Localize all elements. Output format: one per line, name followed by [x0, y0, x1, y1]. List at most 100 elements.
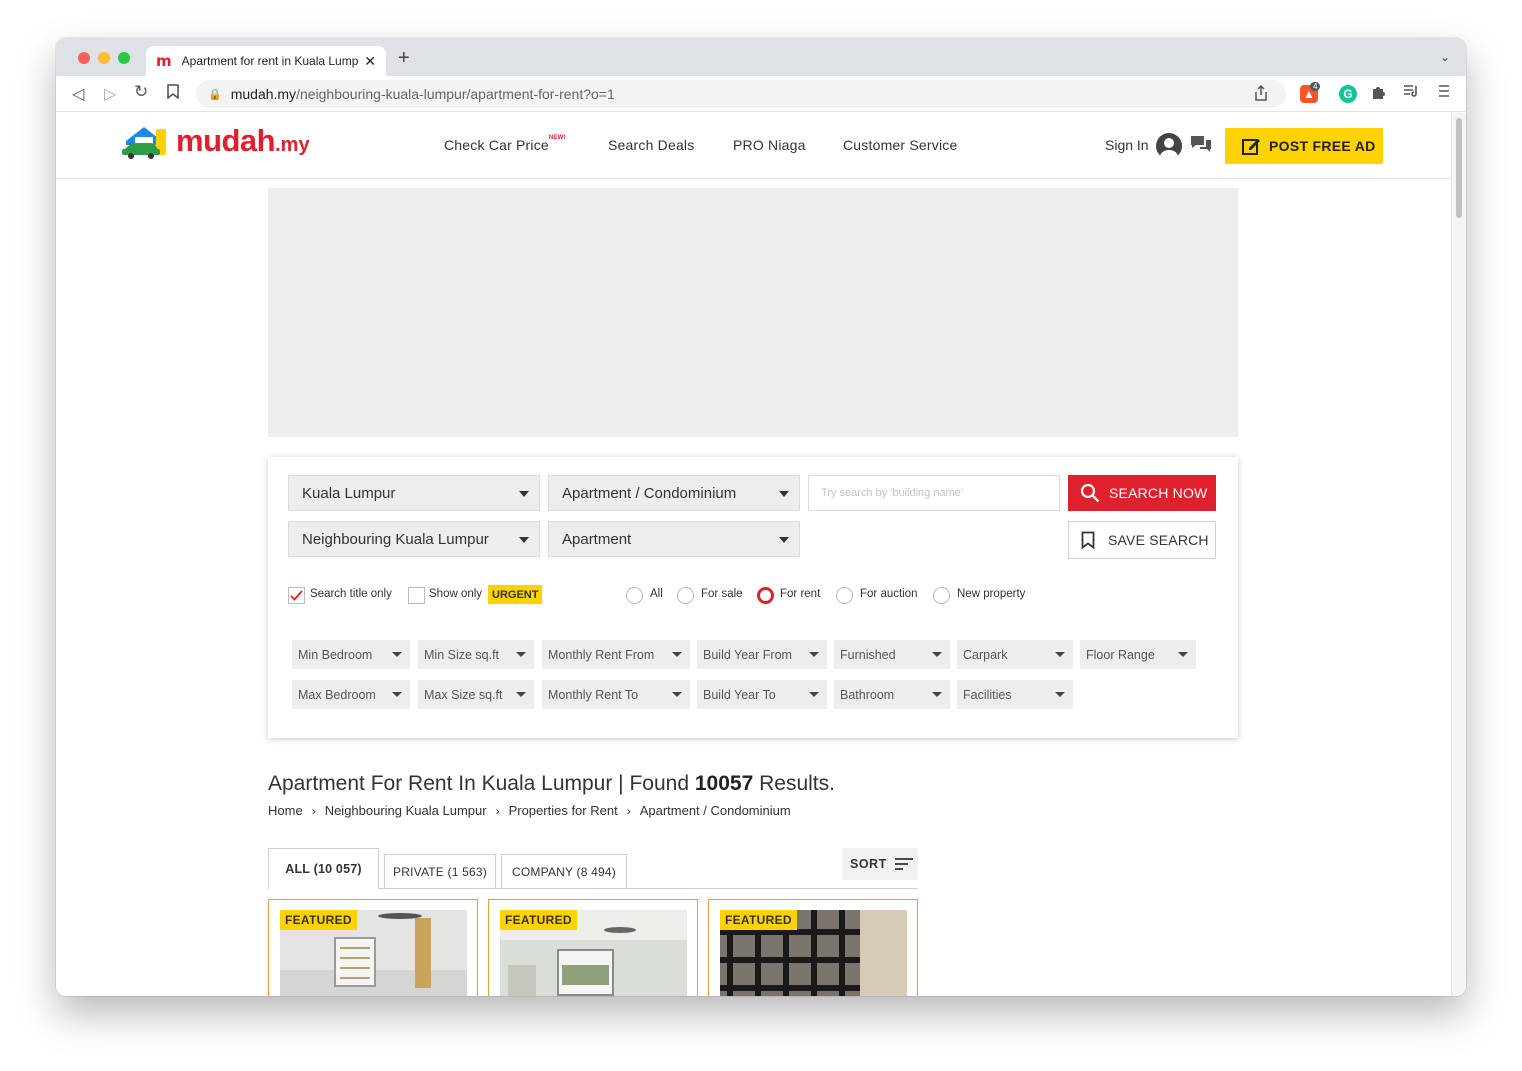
- max-size-select[interactable]: Max Size sq.ft: [418, 680, 534, 709]
- url-path: /neighbouring-kuala-lumpur/apartment-for…: [296, 86, 615, 102]
- max-bedroom-select[interactable]: Max Bedroom: [292, 680, 410, 709]
- listing-card[interactable]: FEATURED: [488, 899, 698, 996]
- extension-badge: 4: [1310, 82, 1321, 91]
- search-now-label: SEARCH NOW: [1109, 485, 1208, 501]
- breadcrumb-properties[interactable]: Properties for Rent: [509, 803, 618, 818]
- new-badge: NEW!: [548, 135, 566, 141]
- bookmark-icon[interactable]: [167, 84, 179, 104]
- furnished-select[interactable]: Furnished: [834, 640, 950, 669]
- bathroom-select[interactable]: Bathroom: [834, 680, 950, 709]
- type-label-for-rent: For rent: [780, 588, 821, 600]
- reload-icon[interactable]: ↻: [134, 82, 148, 102]
- area-select[interactable]: Neighbouring Kuala Lumpur: [288, 521, 540, 557]
- filter-label: Min Bedroom: [298, 647, 373, 662]
- listing-card[interactable]: FEATURED: [708, 899, 918, 996]
- type-radio-all[interactable]: [626, 587, 643, 604]
- site-header: mudah .my Check Car PriceNEW! Search Deal…: [56, 113, 1451, 179]
- type-radio-for-rent[interactable]: [757, 587, 774, 604]
- grammarly-icon[interactable]: G: [1339, 85, 1357, 103]
- new-tab-icon[interactable]: +: [398, 47, 410, 70]
- min-size-select[interactable]: Min Size sq.ft: [418, 640, 534, 669]
- nav-pro-niaga[interactable]: PRO Niaga: [733, 137, 806, 153]
- minimize-window-button[interactable]: [98, 52, 110, 64]
- category-select[interactable]: Apartment / Condominium: [548, 475, 800, 511]
- monthly-rent-to-select[interactable]: Monthly Rent To: [542, 680, 690, 709]
- sort-button[interactable]: SORT: [842, 848, 918, 880]
- monthly-rent-from-select[interactable]: Monthly Rent From: [542, 640, 690, 669]
- post-free-ad-button[interactable]: POST FREE AD: [1225, 128, 1383, 164]
- facilities-select[interactable]: Facilities: [957, 680, 1073, 709]
- extensions-puzzle-icon[interactable]: [1371, 84, 1387, 105]
- search-now-button[interactable]: SEARCH NOW: [1068, 475, 1216, 511]
- dropdown-caret-icon: [392, 692, 402, 697]
- tab-all[interactable]: ALL (10 057): [268, 848, 379, 890]
- min-bedroom-select[interactable]: Min Bedroom: [292, 640, 410, 669]
- dropdown-caret-icon: [519, 491, 529, 497]
- nav-check-car-price[interactable]: Check Car PriceNEW!: [444, 135, 566, 153]
- browser-menu-icon[interactable]: [1438, 84, 1450, 103]
- save-search-button[interactable]: SAVE SEARCH: [1068, 521, 1216, 559]
- back-icon[interactable]: ◁: [72, 84, 84, 104]
- close-tab-icon[interactable]: ✕: [364, 53, 376, 70]
- browser-tab[interactable]: m Apartment for rent in Kuala Lumpur ✕: [146, 46, 386, 76]
- logo-house-car-icon: [122, 127, 166, 159]
- share-icon[interactable]: [1254, 84, 1268, 106]
- mudah-logo[interactable]: mudah .my: [122, 123, 310, 159]
- keyword-search-input[interactable]: Try search by 'building name': [808, 475, 1060, 511]
- chat-icon[interactable]: [1190, 133, 1212, 160]
- type-radio-for-sale[interactable]: [677, 587, 694, 604]
- sign-in-link[interactable]: Sign In: [1105, 137, 1149, 153]
- breadcrumb-category[interactable]: Apartment / Condominium: [640, 803, 791, 818]
- forward-icon[interactable]: ▷: [104, 84, 116, 104]
- address-bar[interactable]: 🔒 mudah.my/neighbouring-kuala-lumpur/apa…: [196, 80, 1286, 108]
- page-content: mudah .my Check Car PriceNEW! Search Deal…: [56, 113, 1451, 996]
- reading-list-icon[interactable]: [1403, 84, 1419, 103]
- url-host: mudah.my: [230, 86, 297, 102]
- nav-search-deals[interactable]: Search Deals: [608, 137, 694, 153]
- tab-company[interactable]: COMPANY (8 494): [501, 854, 627, 889]
- show-only-urgent-checkbox[interactable]: [408, 587, 425, 604]
- scrollbar-thumb[interactable]: [1456, 118, 1462, 218]
- carpark-select[interactable]: Carpark: [957, 640, 1073, 669]
- category-value: Apartment / Condominium: [562, 484, 737, 502]
- subcategory-select[interactable]: Apartment: [548, 521, 800, 557]
- browser-toolbar: ◁ ▷ ↻ 🔒 mudah.my/neighbouring-kuala-lump…: [56, 76, 1466, 112]
- dropdown-caret-icon: [516, 652, 526, 657]
- tab-title: Apartment for rent in Kuala Lumpur: [181, 54, 359, 68]
- dropdown-caret-icon: [1055, 652, 1065, 657]
- breadcrumb-area[interactable]: Neighbouring Kuala Lumpur: [325, 803, 487, 818]
- close-window-button[interactable]: [78, 52, 90, 64]
- type-radio-new-property[interactable]: [933, 587, 950, 604]
- build-year-to-select[interactable]: Build Year To: [697, 680, 827, 709]
- filter-label: Max Size sq.ft: [424, 687, 503, 702]
- dropdown-caret-icon: [672, 692, 682, 697]
- filter-label: Build Year From: [703, 647, 792, 662]
- dropdown-caret-icon: [809, 652, 819, 657]
- type-label-for-auction: For auction: [860, 588, 918, 600]
- listing-card[interactable]: FEATURED: [268, 899, 478, 996]
- filter-label: Furnished: [840, 647, 896, 662]
- tab-private[interactable]: PRIVATE (1 563): [384, 854, 496, 889]
- tab-list-chevron-icon[interactable]: ⌄: [1440, 50, 1450, 64]
- dropdown-caret-icon: [672, 652, 682, 657]
- save-search-label: SAVE SEARCH: [1108, 532, 1209, 548]
- browser-titlebar: m Apartment for rent in Kuala Lumpur ✕ +…: [56, 38, 1466, 76]
- search-title-only-checkbox[interactable]: [288, 587, 305, 604]
- filter-label: Facilities: [963, 687, 1012, 702]
- breadcrumb-home[interactable]: Home: [268, 803, 303, 818]
- region-select[interactable]: Kuala Lumpur: [288, 475, 540, 511]
- page-scrollbar[interactable]: [1451, 113, 1466, 996]
- type-label-all: All: [650, 588, 663, 600]
- nav-customer-service[interactable]: Customer Service: [843, 137, 957, 153]
- build-year-from-select[interactable]: Build Year From: [697, 640, 827, 669]
- type-label-new-property: New property: [957, 588, 1026, 600]
- bookmark-outline-icon: [1081, 531, 1095, 549]
- chevron-right-icon: ›: [626, 803, 631, 818]
- type-radio-for-auction[interactable]: [836, 587, 853, 604]
- user-avatar-icon[interactable]: [1156, 133, 1182, 159]
- post-free-ad-label: POST FREE AD: [1269, 138, 1376, 154]
- edit-icon: [1241, 136, 1261, 156]
- dropdown-caret-icon: [1178, 652, 1188, 657]
- floor-range-select[interactable]: Floor Range: [1080, 640, 1196, 669]
- maximize-window-button[interactable]: [118, 52, 130, 64]
